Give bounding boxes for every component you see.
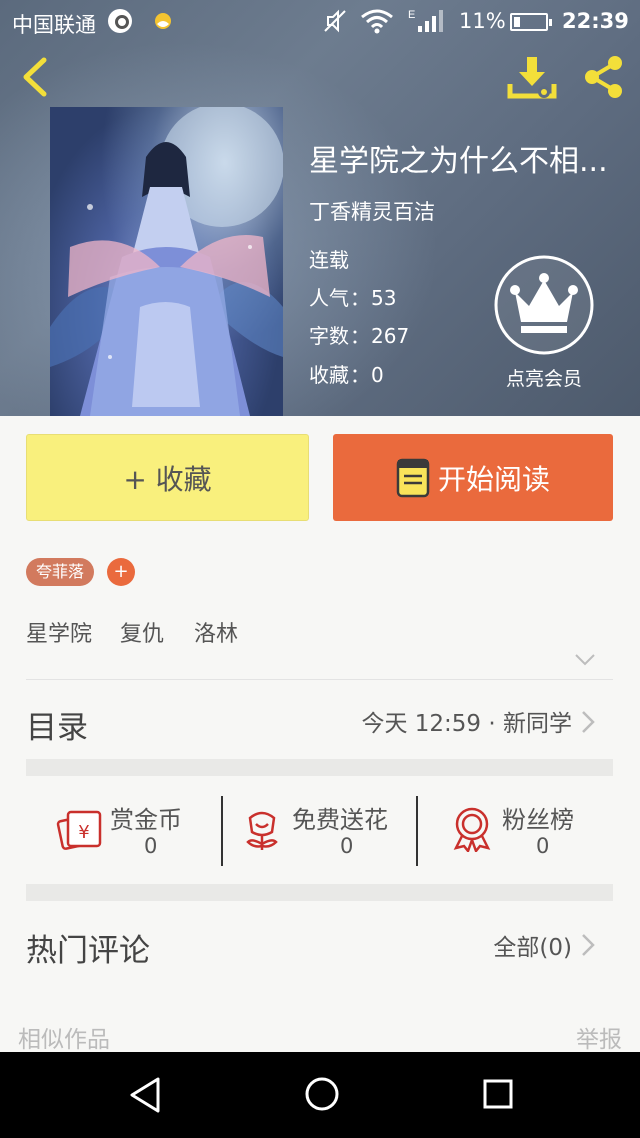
book-title: 星学院之为什么不相... [309,144,608,179]
chevron-right-icon[interactable] [580,709,596,735]
book-cover[interactable] [50,107,283,416]
colon: ： [350,286,370,310]
nav-back-icon[interactable] [128,1076,162,1114]
signal-icon: E [408,9,443,32]
back-button[interactable] [16,54,56,100]
favorites-label: 收藏 [309,363,349,387]
reward-coins-button[interactable]: ¥ 赏金币 0 [54,796,214,866]
favorites-value: 0 [371,363,384,387]
mute-icon [324,9,346,33]
download-button[interactable] [506,54,558,100]
start-reading-label: 开始阅读 [437,462,550,496]
send-flowers-button[interactable]: 免费送花 0 [242,796,412,866]
book-author[interactable]: 丁香精灵百洁 [309,196,435,226]
vertical-divider [416,796,418,866]
start-reading-button[interactable]: 开始阅读 [333,434,613,521]
hot-comments-title: 热门评论 [26,933,150,969]
colon: ： [350,324,370,348]
fan-rank-label: 粉丝榜 [502,806,574,834]
send-flowers-count: 0 [340,834,354,858]
catalog-latest-update[interactable]: 今天 12:59 · 新同学 [361,704,572,738]
popularity-stat: 人气：53 [309,282,396,311]
colon: ： [350,363,370,387]
words-stat: 字数：267 [309,320,409,349]
weather-icon [155,13,171,29]
section-separator [26,759,613,776]
add-tag-button[interactable]: + [107,558,135,586]
book-header: 中国联通 E 11% 22:39 星学院之为什么不相... 丁香精灵百洁 连载 … [0,0,640,416]
status-bar: 中国联通 E 11% 22:39 [0,0,640,44]
carrier-name: 中国联通 [12,13,96,37]
popularity-value: 53 [371,286,397,310]
flower-icon [246,811,278,850]
chevron-down-icon[interactable] [574,653,596,667]
keyword-tag[interactable]: 复仇 [120,616,164,648]
section-separator [26,884,613,901]
reward-coins-label: 赏金币 [110,806,182,834]
fan-tag[interactable]: 夸菲落 [26,558,95,586]
coin-icon: ¥ [56,810,102,850]
system-navigation-bar [0,1052,640,1138]
svg-text:E: E [408,9,415,21]
clock: 22:39 [562,9,629,33]
send-flowers-label: 免费送花 [292,806,388,834]
chevron-right-icon[interactable] [580,932,596,958]
popularity-label: 人气 [309,286,349,310]
words-value: 267 [371,324,410,348]
report-link[interactable]: 举报 [576,1020,622,1054]
keyword-tag[interactable]: 洛林 [194,616,238,648]
wifi-icon [361,9,393,34]
nav-home-icon[interactable] [304,1076,340,1112]
book-status: 连载 [309,248,349,272]
favorites-stat: 收藏：0 [309,359,384,388]
keyword-tag[interactable]: 星学院 [26,616,92,648]
nav-recent-apps-icon[interactable] [482,1078,514,1110]
all-comments-link[interactable]: 全部(0) [493,928,572,962]
words-label: 字数 [309,324,349,348]
reward-coins-count: 0 [144,834,158,858]
vertical-divider [221,796,223,866]
battery-percent: 11% [459,9,506,33]
vip-label[interactable]: 点亮会员 [488,364,600,391]
medal-icon [453,807,491,852]
book-icon [396,458,430,497]
collect-button[interactable]: + 收藏 [26,434,309,521]
catalog-title[interactable]: 目录 [26,702,88,747]
fan-rank-count: 0 [536,834,550,858]
battery-icon [510,13,552,31]
collect-label: + 收藏 [123,462,212,496]
fan-rank-button[interactable]: 粉丝榜 0 [450,796,600,866]
similar-works-label: 相似作品 [18,1027,110,1053]
cover-illustration [50,107,283,416]
vip-crown-button[interactable] [493,254,595,356]
svg-text:¥: ¥ [78,822,89,843]
share-button[interactable] [580,54,628,100]
notification-icon [108,9,132,33]
divider [26,679,613,680]
